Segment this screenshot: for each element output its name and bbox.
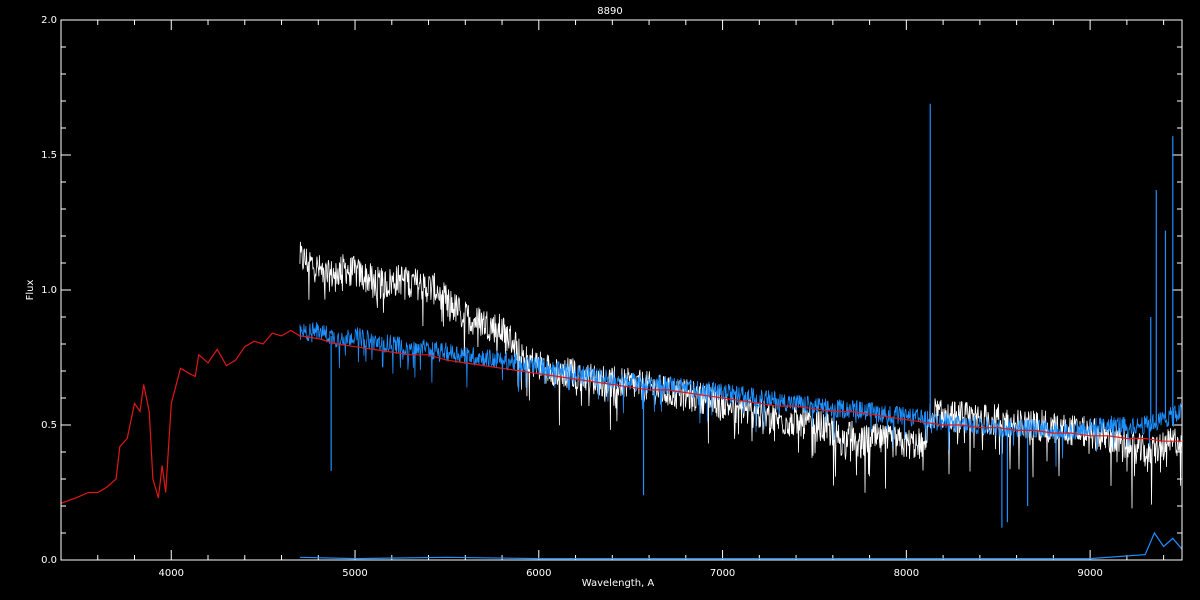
axis-ticks: 4000 5000 6000 7000 8000 9000 0.0 0.5 1.0 1.5 2.0 [41, 15, 1182, 579]
chart-title: 8890 [597, 6, 622, 17]
y-tick-label: 1.5 [41, 150, 57, 161]
chart-canvas: 8890 Wavelength, A Flux 4000 5000 6000 7000… [25, 6, 1183, 589]
series-line-3 [299, 531, 1183, 560]
y-tick-label: 1.0 [41, 285, 57, 296]
x-tick-label: 8000 [894, 568, 919, 579]
spectrum-chart: 8890 Wavelength, A Flux 4000 5000 6000 7000… [0, 0, 1200, 600]
series-line-1 [299, 322, 1183, 467]
y-tick-label: 0.0 [41, 555, 57, 566]
y-tick-label: 2.0 [41, 15, 57, 26]
y-tick-label: 0.5 [41, 420, 57, 431]
y-axis-label: Flux [25, 280, 36, 301]
x-tick-label: 6000 [526, 568, 551, 579]
x-tick-label: 4000 [159, 568, 184, 579]
plot-frame [60, 19, 1183, 561]
series-layer [60, 103, 1183, 560]
x-tick-label: 7000 [710, 568, 735, 579]
x-tick-label: 9000 [1077, 568, 1102, 579]
x-tick-label: 5000 [342, 568, 367, 579]
x-axis-label: Wavelength, A [582, 578, 655, 589]
